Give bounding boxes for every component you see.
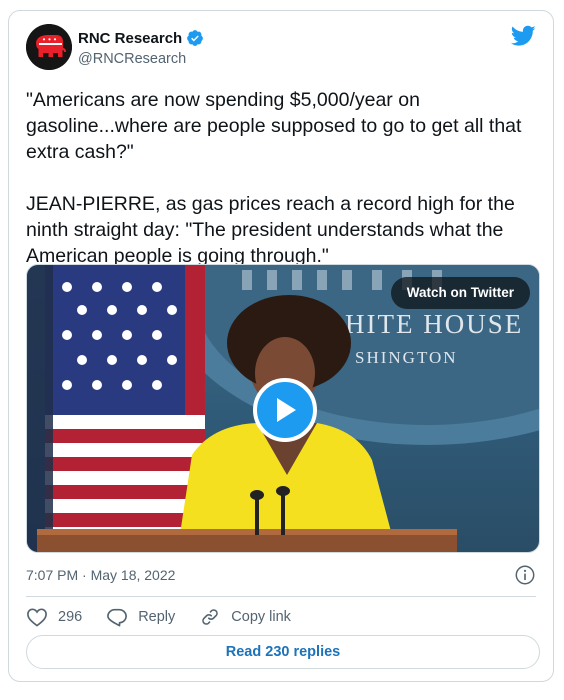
video-player[interactable]: HITE HOUSE SHINGTON Watch on Twitter (26, 264, 540, 553)
action-bar: 296 Reply Copy link (26, 605, 315, 629)
author-display-name[interactable]: RNC Research (78, 30, 182, 47)
reply-icon (107, 608, 128, 627)
reply-button[interactable]: Reply (106, 607, 175, 627)
play-button[interactable] (253, 378, 317, 442)
author-name-row[interactable]: RNC Research (78, 29, 204, 47)
tweet-text: "Americans are now spending $5,000/year … (26, 89, 522, 267)
heart-icon (27, 608, 47, 627)
tweet-card: RNC Research @RNCResearch "Americans are… (8, 10, 554, 682)
gop-elephant-logo (26, 24, 72, 70)
twitter-bird-icon[interactable] (511, 25, 536, 47)
avatar[interactable] (26, 24, 72, 70)
copy-link-label: Copy link (231, 609, 291, 625)
watch-on-twitter-button[interactable]: Watch on Twitter (390, 277, 530, 309)
link-icon (202, 609, 219, 625)
copy-link-button[interactable]: Copy link (199, 607, 291, 627)
info-icon[interactable] (514, 564, 536, 586)
tweet-timestamp[interactable]: 7:07 PM · May 18, 2022 (26, 567, 175, 583)
author-handle[interactable]: @RNCResearch (78, 51, 186, 67)
read-replies-button[interactable]: Read 230 replies (26, 635, 540, 669)
verified-badge-icon (187, 30, 204, 46)
backdrop-text-line-2: SHINGTON (355, 348, 458, 367)
like-button[interactable]: 296 (26, 607, 82, 627)
like-count: 296 (58, 609, 83, 625)
backdrop-text-line-1: HITE HOUSE (345, 309, 523, 339)
divider (26, 596, 536, 597)
reply-label: Reply (138, 609, 176, 625)
play-icon (277, 398, 296, 422)
